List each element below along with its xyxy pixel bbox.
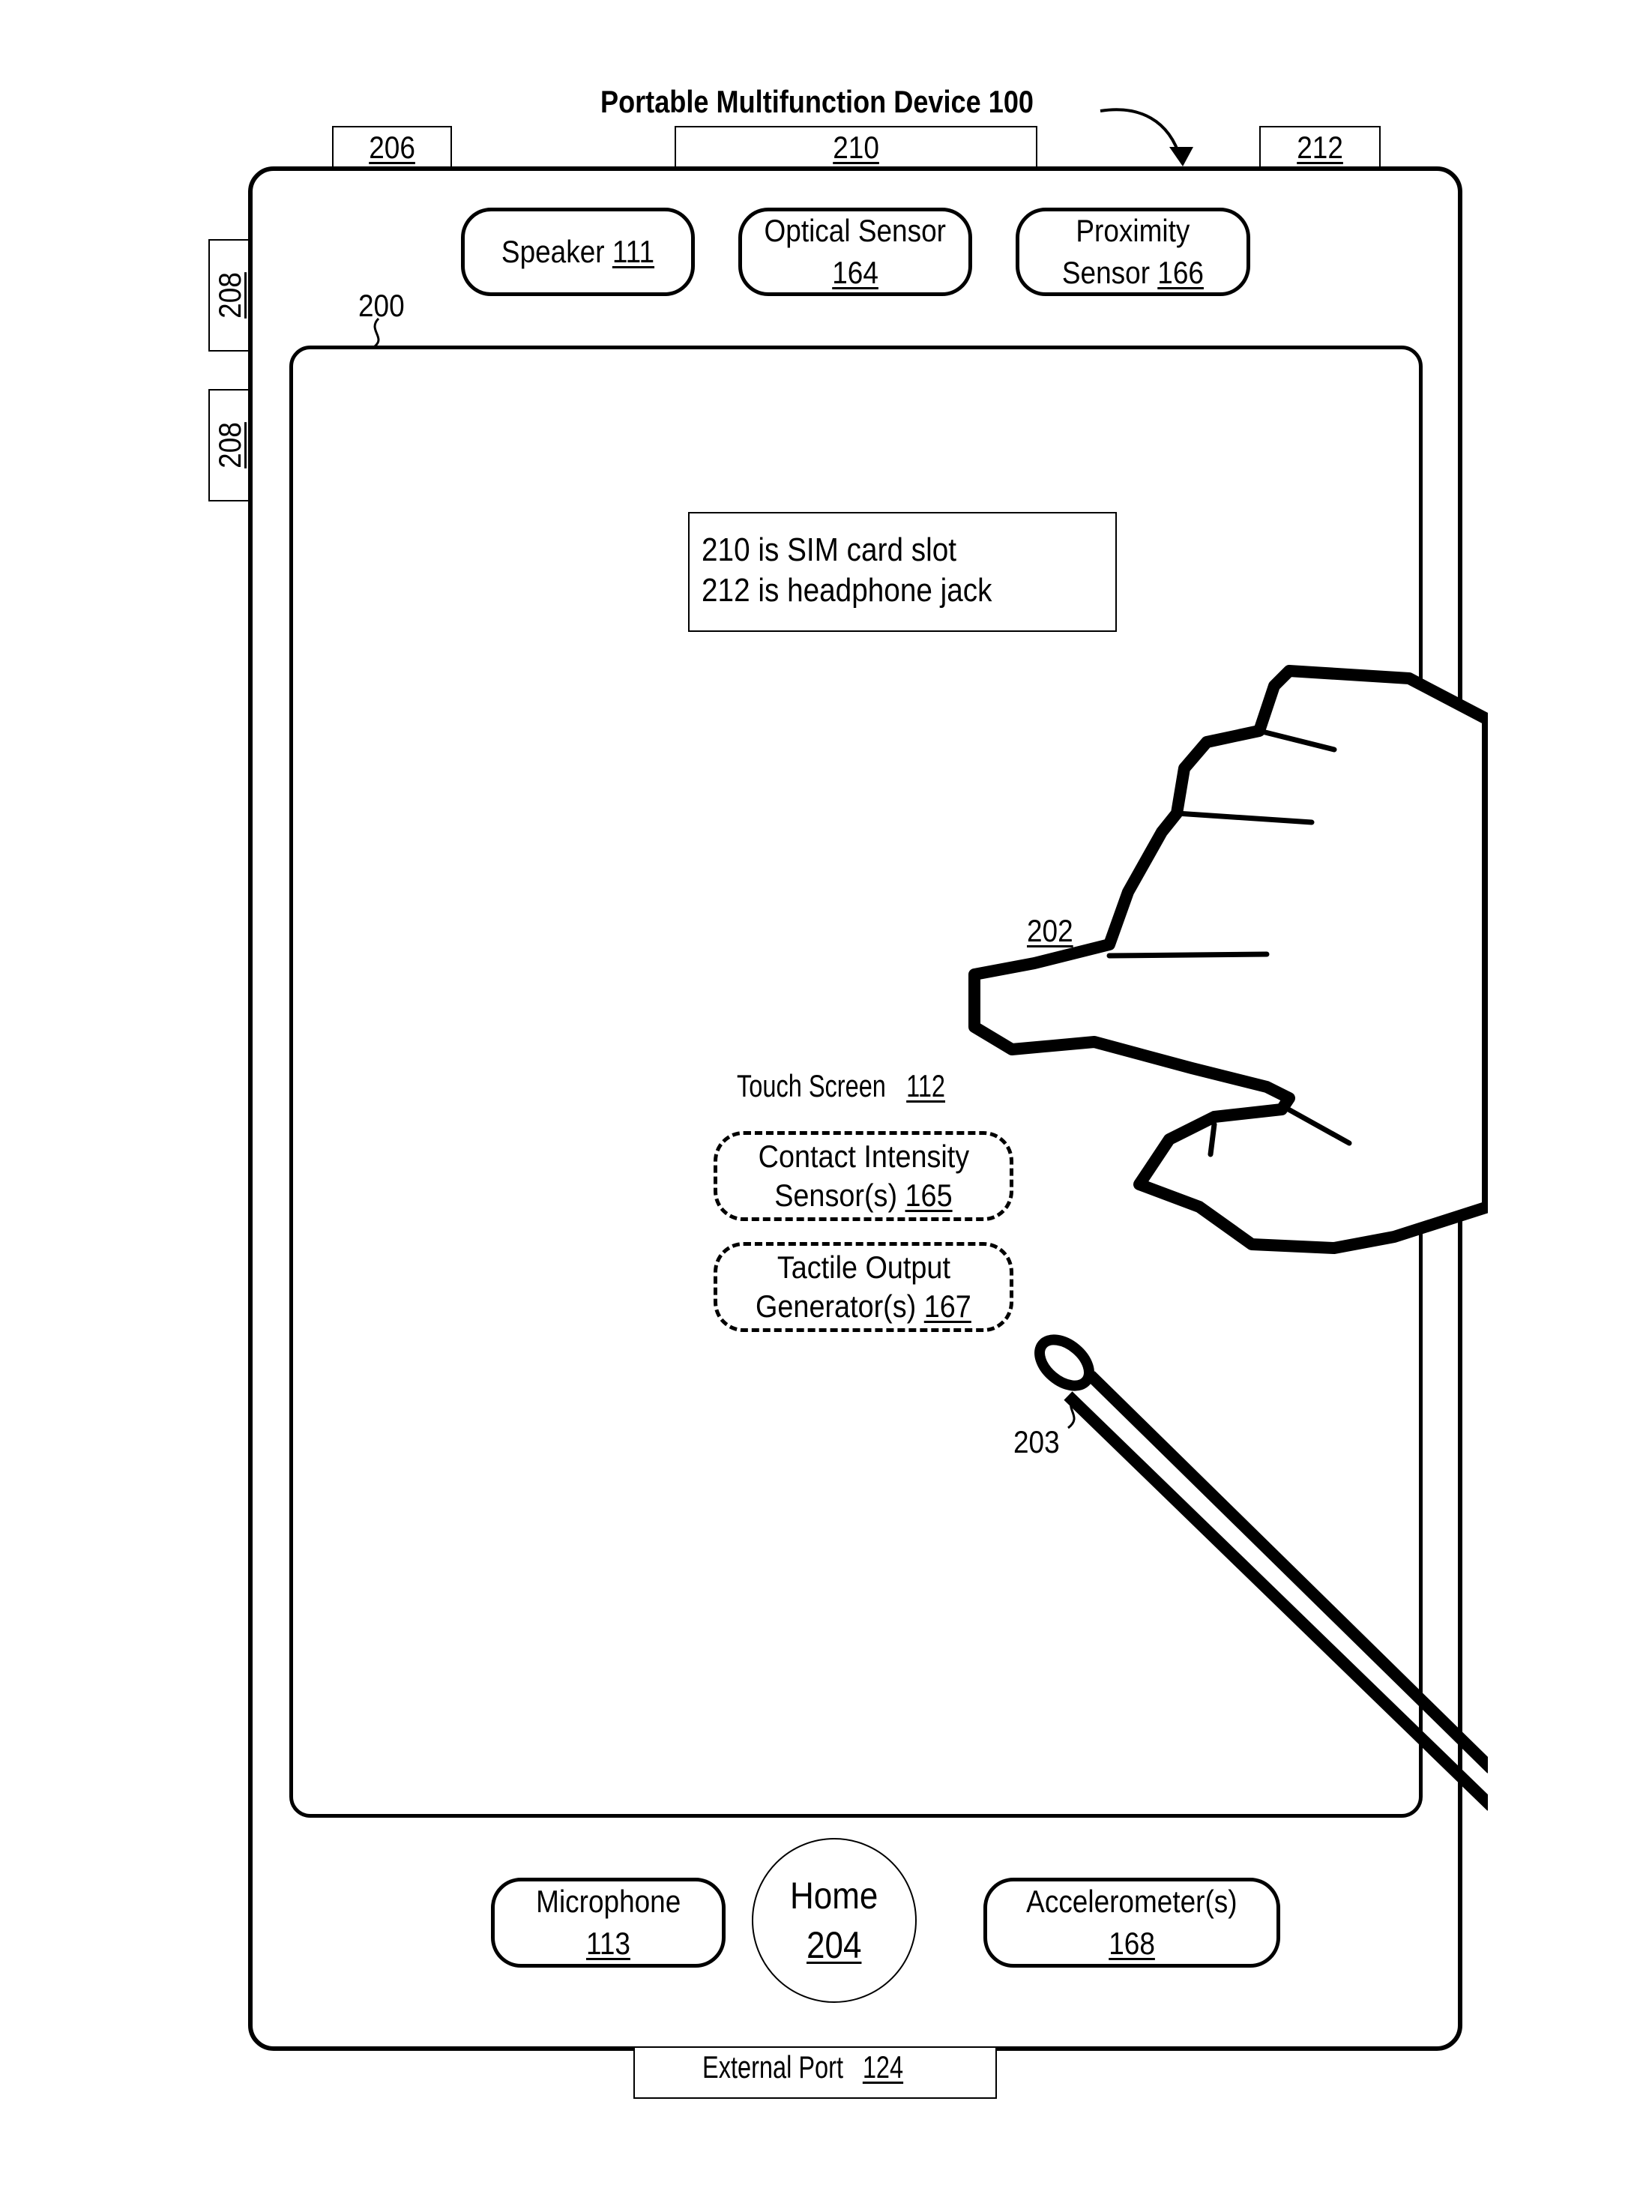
accelerometers: Accelerometer(s) 168 [983,1878,1280,1968]
stylus-ref-label: 203 [1013,1424,1060,1459]
microphone: Microphone 113 [491,1878,726,1968]
home-button[interactable]: Home 204 [752,1838,917,2003]
